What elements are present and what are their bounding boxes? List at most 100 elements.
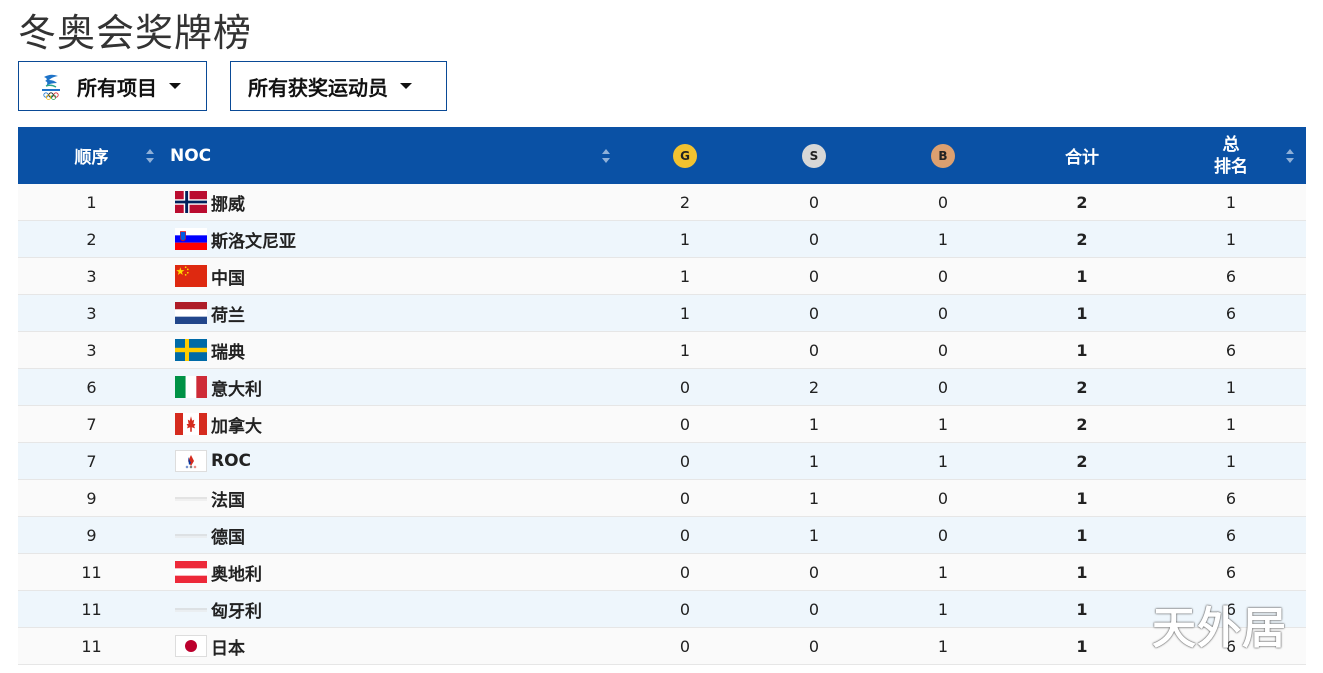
- noc-name[interactable]: 中国: [211, 264, 245, 289]
- noc-name[interactable]: 德国: [211, 523, 245, 548]
- silver-count-cell: 1: [808, 414, 820, 434]
- noc-cell[interactable]: 荷兰: [175, 295, 245, 331]
- total-header-label: 合计: [1065, 148, 1099, 168]
- missing-flag-icon: [175, 487, 207, 509]
- rank-column-header[interactable]: 顺序: [18, 127, 165, 184]
- gold-count-cell: 0: [679, 599, 691, 619]
- gold-count-cell: 2: [679, 192, 691, 212]
- bronze-count-cell: 1: [937, 229, 949, 249]
- overall-rank-cell: 1: [1225, 192, 1237, 212]
- rank-cell: 11: [81, 562, 102, 582]
- noc-name[interactable]: 法国: [211, 486, 245, 511]
- bronze-count-cell: 0: [937, 266, 949, 286]
- overall-rank-cell: 1: [1225, 451, 1237, 471]
- gold-column-header[interactable]: G: [628, 127, 742, 184]
- rank-cell: 7: [86, 451, 97, 471]
- noc-cell[interactable]: 挪威: [175, 184, 245, 220]
- rank-cell: 6: [86, 377, 97, 397]
- noc-name[interactable]: 意大利: [211, 375, 262, 400]
- overall-rank-cell: 1: [1225, 377, 1237, 397]
- bronze-count-cell: 0: [937, 525, 949, 545]
- rank-cell: 11: [81, 636, 102, 656]
- table-body: 1 2 0 0 2 1 挪威 2 1 0 1 2 1 斯洛文尼亚 3 1 0 0 1 6 中国 3 1 0 0 1 6 荷兰 3 1 0 0 1…: [18, 184, 1306, 665]
- noc-name[interactable]: 瑞典: [211, 338, 245, 363]
- noc-name[interactable]: 奥地利: [211, 560, 262, 585]
- noc-cell[interactable]: 斯洛文尼亚: [175, 221, 296, 257]
- athletes-filter-label: 所有获奖运动员: [248, 75, 388, 100]
- overall-rank-sort-icon[interactable]: [1286, 148, 1295, 164]
- norway-flag-icon: [175, 191, 207, 213]
- bronze-count-cell: 0: [937, 377, 949, 397]
- table-row[interactable]: 11 0 0 1 1 6 日本: [18, 628, 1306, 665]
- sweden-flag-icon: [175, 339, 207, 361]
- silver-count-cell: 0: [808, 192, 820, 212]
- noc-name[interactable]: ROC: [211, 451, 251, 471]
- noc-cell[interactable]: 匈牙利: [175, 591, 262, 627]
- bronze-count-cell: 0: [937, 340, 949, 360]
- table-row[interactable]: 9 0 1 0 1 6 德国: [18, 517, 1306, 554]
- rank-cell: 2: [86, 229, 97, 249]
- noc-cell[interactable]: 意大利: [175, 369, 262, 405]
- rank-sort-icon[interactable]: [146, 148, 155, 164]
- table-row[interactable]: 3 1 0 0 1 6 瑞典: [18, 332, 1306, 369]
- noc-cell[interactable]: 法国: [175, 480, 245, 516]
- overall-rank-cell: 6: [1225, 340, 1237, 360]
- noc-name[interactable]: 加拿大: [211, 412, 262, 437]
- table-row[interactable]: 3 1 0 0 1 6 中国: [18, 258, 1306, 295]
- noc-name[interactable]: 斯洛文尼亚: [211, 227, 296, 252]
- overall-header-line1: 总: [1222, 134, 1240, 155]
- gold-count-cell: 0: [679, 525, 691, 545]
- table-row[interactable]: 11 0 0 1 1 6 奥地利: [18, 554, 1306, 591]
- noc-cell[interactable]: 瑞典: [175, 332, 245, 368]
- total-count-cell: 2: [1076, 414, 1088, 434]
- table-row[interactable]: 9 0 1 0 1 6 法国: [18, 480, 1306, 517]
- silver-count-cell: 0: [808, 340, 820, 360]
- overall-rank-cell: 1: [1225, 414, 1237, 434]
- overall-rank-cell: 6: [1225, 525, 1237, 545]
- chevron-down-icon: [400, 83, 412, 89]
- overall-rank-column-header[interactable]: 总 排名: [1174, 127, 1288, 184]
- total-count-cell: 1: [1076, 562, 1088, 582]
- noc-header-label: NOC: [170, 145, 212, 166]
- table-row[interactable]: 6 0 2 0 2 1 意大利: [18, 369, 1306, 406]
- noc-name[interactable]: 日本: [211, 634, 245, 659]
- noc-cell[interactable]: 加拿大: [175, 406, 262, 442]
- missing-flag-icon: [175, 598, 207, 620]
- silver-count-cell: 1: [808, 488, 820, 508]
- total-count-cell: 2: [1076, 229, 1088, 249]
- overall-rank-cell: 6: [1225, 599, 1237, 619]
- table-row[interactable]: 7 0 1 1 2 1 ROC: [18, 443, 1306, 480]
- athletes-filter-dropdown[interactable]: 所有获奖运动员: [230, 61, 447, 111]
- silver-column-header[interactable]: S: [757, 127, 871, 184]
- noc-cell[interactable]: 日本: [175, 628, 245, 664]
- noc-cell[interactable]: 中国: [175, 258, 245, 294]
- table-row[interactable]: 7 0 1 1 2 1 加拿大: [18, 406, 1306, 443]
- overall-header-line2: 排名: [1214, 156, 1248, 177]
- table-row[interactable]: 1 2 0 0 2 1 挪威: [18, 184, 1306, 221]
- noc-cell[interactable]: 德国: [175, 517, 245, 553]
- gold-count-cell: 0: [679, 488, 691, 508]
- rank-cell: 7: [86, 414, 97, 434]
- gold-count-cell: 0: [679, 414, 691, 434]
- total-count-cell: 1: [1076, 488, 1088, 508]
- total-column-header[interactable]: 合计: [1025, 127, 1139, 184]
- bronze-count-cell: 1: [937, 451, 949, 471]
- noc-name[interactable]: 匈牙利: [211, 597, 262, 622]
- table-row[interactable]: 2 1 0 1 2 1 斯洛文尼亚: [18, 221, 1306, 258]
- noc-name[interactable]: 荷兰: [211, 301, 245, 326]
- table-header: 顺序 NOC G S B 合计 总 排名: [18, 127, 1306, 184]
- rank-cell: 1: [86, 192, 97, 212]
- events-filter-dropdown[interactable]: 所有项目: [18, 61, 207, 111]
- noc-column-header[interactable]: NOC: [170, 127, 230, 184]
- table-row[interactable]: 3 1 0 0 1 6 荷兰: [18, 295, 1306, 332]
- noc-cell[interactable]: ROC: [175, 443, 251, 479]
- missing-flag-icon: [175, 524, 207, 546]
- table-row[interactable]: 11 0 0 1 1 6 匈牙利: [18, 591, 1306, 628]
- gold-count-cell: 0: [679, 636, 691, 656]
- total-count-cell: 2: [1076, 451, 1088, 471]
- noc-sort-icon[interactable]: [602, 148, 611, 164]
- silver-count-cell: 0: [808, 266, 820, 286]
- noc-cell[interactable]: 奥地利: [175, 554, 262, 590]
- noc-name[interactable]: 挪威: [211, 190, 245, 215]
- bronze-column-header[interactable]: B: [886, 127, 1000, 184]
